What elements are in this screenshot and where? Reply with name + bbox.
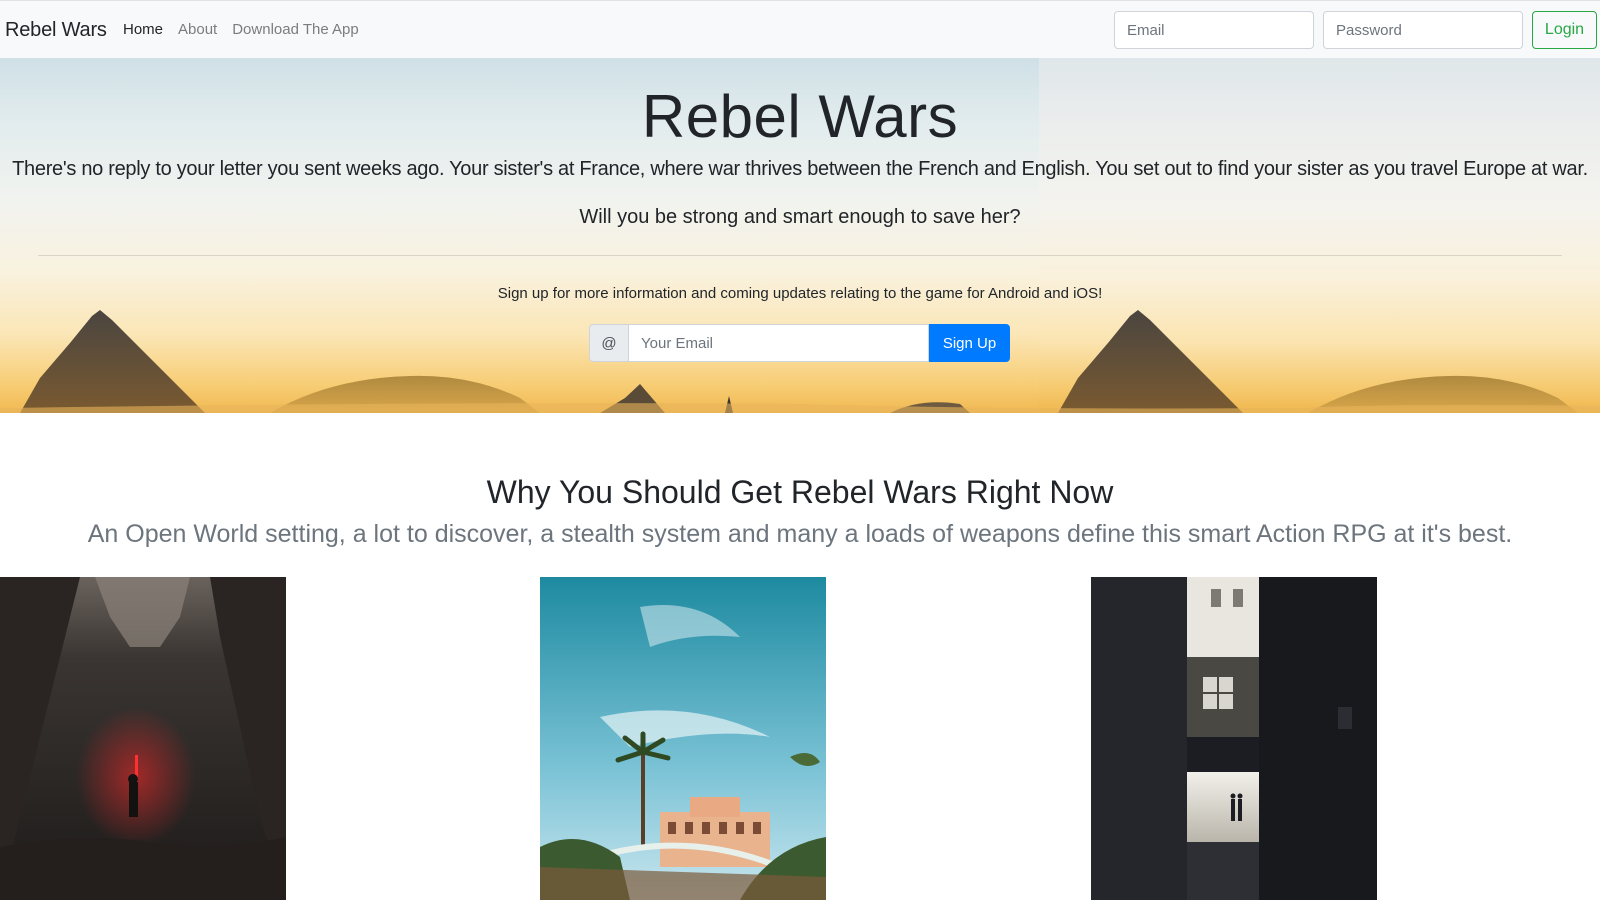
login-form: Login (1114, 11, 1597, 49)
login-button[interactable]: Login (1532, 11, 1597, 49)
signup-button[interactable]: Sign Up (929, 324, 1010, 362)
signup-info-text: Sign up for more information and coming … (497, 285, 1103, 302)
palm-tree-villa-photo (540, 577, 826, 900)
features-title: Why You Should Get Rebel Wars Right Now (486, 474, 1114, 510)
nav-links: Home About Download The App (123, 21, 374, 38)
features-subtitle: An Open World setting, a lot to discover… (87, 520, 1513, 548)
hero-title: Rebel Wars (641, 83, 959, 150)
signup-email-input[interactable] (629, 324, 929, 362)
dark-alley-photo (1091, 577, 1377, 900)
hero-question-text: Will you be strong and smart enough to s… (579, 206, 1021, 228)
nav-link-download[interactable]: Download The App (232, 21, 358, 38)
hero-section: Rebel Wars There's no reply to your lett… (0, 58, 1600, 413)
cave-photo (0, 577, 286, 900)
nav-link-about[interactable]: About (178, 21, 217, 38)
navbar: Rebel Wars Home About Download The App L… (0, 0, 1600, 58)
at-symbol-addon: @ (589, 324, 629, 362)
email-field[interactable] (1114, 11, 1314, 49)
hero-lead-text: There's no reply to your letter you sent… (12, 158, 1588, 180)
password-field[interactable] (1323, 11, 1523, 49)
hero-divider (38, 255, 1562, 256)
nav-link-home[interactable]: Home (123, 21, 163, 38)
signup-input-group: @ Sign Up (589, 324, 1010, 362)
brand-logo[interactable]: Rebel Wars (5, 19, 107, 42)
